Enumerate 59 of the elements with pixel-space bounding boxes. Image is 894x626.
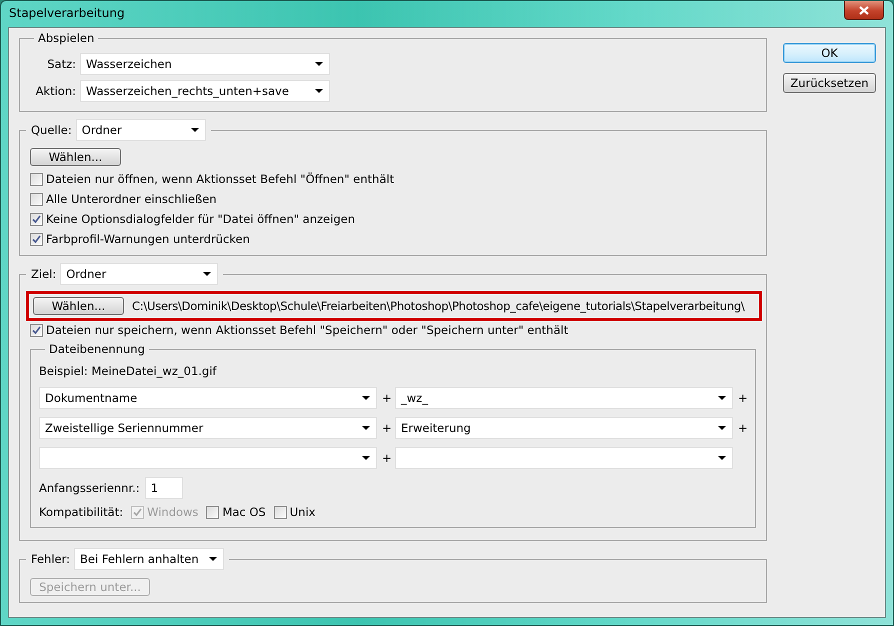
plus-sign: + xyxy=(382,421,390,435)
close-button[interactable] xyxy=(844,1,884,20)
choose-button[interactable]: Wählen... xyxy=(30,148,121,166)
dropdown[interactable]: Wasserzeichen xyxy=(80,53,330,75)
dropdown-arrow-icon xyxy=(203,272,212,276)
checkbox-label: Mac OS xyxy=(222,505,266,519)
dropdown-arrow-icon xyxy=(315,62,323,66)
number-field[interactable]: 1 xyxy=(144,477,183,499)
plus-sign: + xyxy=(382,391,390,405)
checkbox-label: Alle Unterordner einschließen xyxy=(46,192,217,206)
checkbox-label: Keine Optionsdialogfelder für "Datei öffnen" anzeigen xyxy=(46,212,355,226)
dropdown[interactable]: _wz_ xyxy=(395,387,733,409)
choose-button[interactable]: Wählen... xyxy=(33,297,124,315)
close-icon xyxy=(859,6,869,14)
checkbox-label: Windows xyxy=(147,505,198,519)
checkbox[interactable] xyxy=(274,506,287,518)
dropdown[interactable]: Dokumentname xyxy=(39,387,377,409)
checkbox[interactable] xyxy=(30,212,43,226)
checkbox[interactable] xyxy=(30,172,43,186)
checkbox[interactable] xyxy=(206,506,220,518)
dropdown[interactable]: Erweiterung xyxy=(395,417,733,439)
checkbox-label: Unix xyxy=(290,505,316,519)
dropdown[interactable]: Bei Fehlern anhalten xyxy=(74,548,224,570)
plus-sign: + xyxy=(738,421,746,435)
dropdown[interactable]: Wasserzeichen_rechts_unten+save xyxy=(80,80,330,102)
dropdown[interactable]: Ordner xyxy=(76,119,206,141)
field-label: Fehler: xyxy=(31,552,70,566)
field-label: Satz: xyxy=(46,57,76,71)
checkbox-label: Farbprofil-Warnungen unterdrücken xyxy=(46,232,250,246)
checkbox-label: Dateien nur speichern, wenn Aktionsset Befehl "Speichern" oder "Speichern unter" enthält xyxy=(46,323,568,337)
dropdown-arrow-icon xyxy=(362,456,370,460)
dropdown[interactable]: Ordner xyxy=(60,263,218,285)
dropdown-arrow-icon xyxy=(718,396,726,400)
example-text: Beispiel: MeineDatei_wz_01.gif xyxy=(39,364,218,378)
field-label: Quelle: xyxy=(31,123,72,137)
checkbox[interactable] xyxy=(30,192,43,206)
dropdown-arrow-icon xyxy=(209,557,218,561)
ok-button[interactable]: OK xyxy=(783,43,876,63)
folder-path: C:\Users\Dominik\Desktop\Schule\Freiarbeiten\Photoshop\Photoshop_cafe\eigene_tutorials\Stapelverarbeitung\ xyxy=(132,299,745,313)
window-title: Stapelverarbeitung xyxy=(8,5,125,20)
dropdown-arrow-icon xyxy=(362,396,370,400)
checkbox[interactable] xyxy=(30,324,43,336)
dropdown-arrow-icon xyxy=(718,426,726,430)
dropdown-arrow-icon xyxy=(362,426,370,430)
plus-sign: + xyxy=(738,391,746,405)
checkbox[interactable] xyxy=(30,232,43,246)
dropdown-arrow-icon xyxy=(718,456,726,460)
group-legend: Dateibenennung xyxy=(45,342,149,356)
dropdown[interactable]: Zweistellige Seriennummer xyxy=(39,417,377,439)
reset-button[interactable]: Zurücksetzen xyxy=(783,73,876,93)
checkbox-label: Dateien nur öffnen, wenn Aktionsset Befehl "Öffnen" enthält xyxy=(46,172,394,186)
field-label: Anfangsseriennr.: xyxy=(39,481,140,495)
dropdown-arrow-icon xyxy=(315,89,323,93)
field-label: Aktion: xyxy=(34,84,76,98)
group-legend: Abspielen xyxy=(34,31,98,45)
dropdown-arrow-icon xyxy=(190,128,199,132)
field-label: Kompatibilität: xyxy=(39,505,124,519)
plus-sign: + xyxy=(382,451,390,465)
field-label: Ziel: xyxy=(31,267,56,281)
